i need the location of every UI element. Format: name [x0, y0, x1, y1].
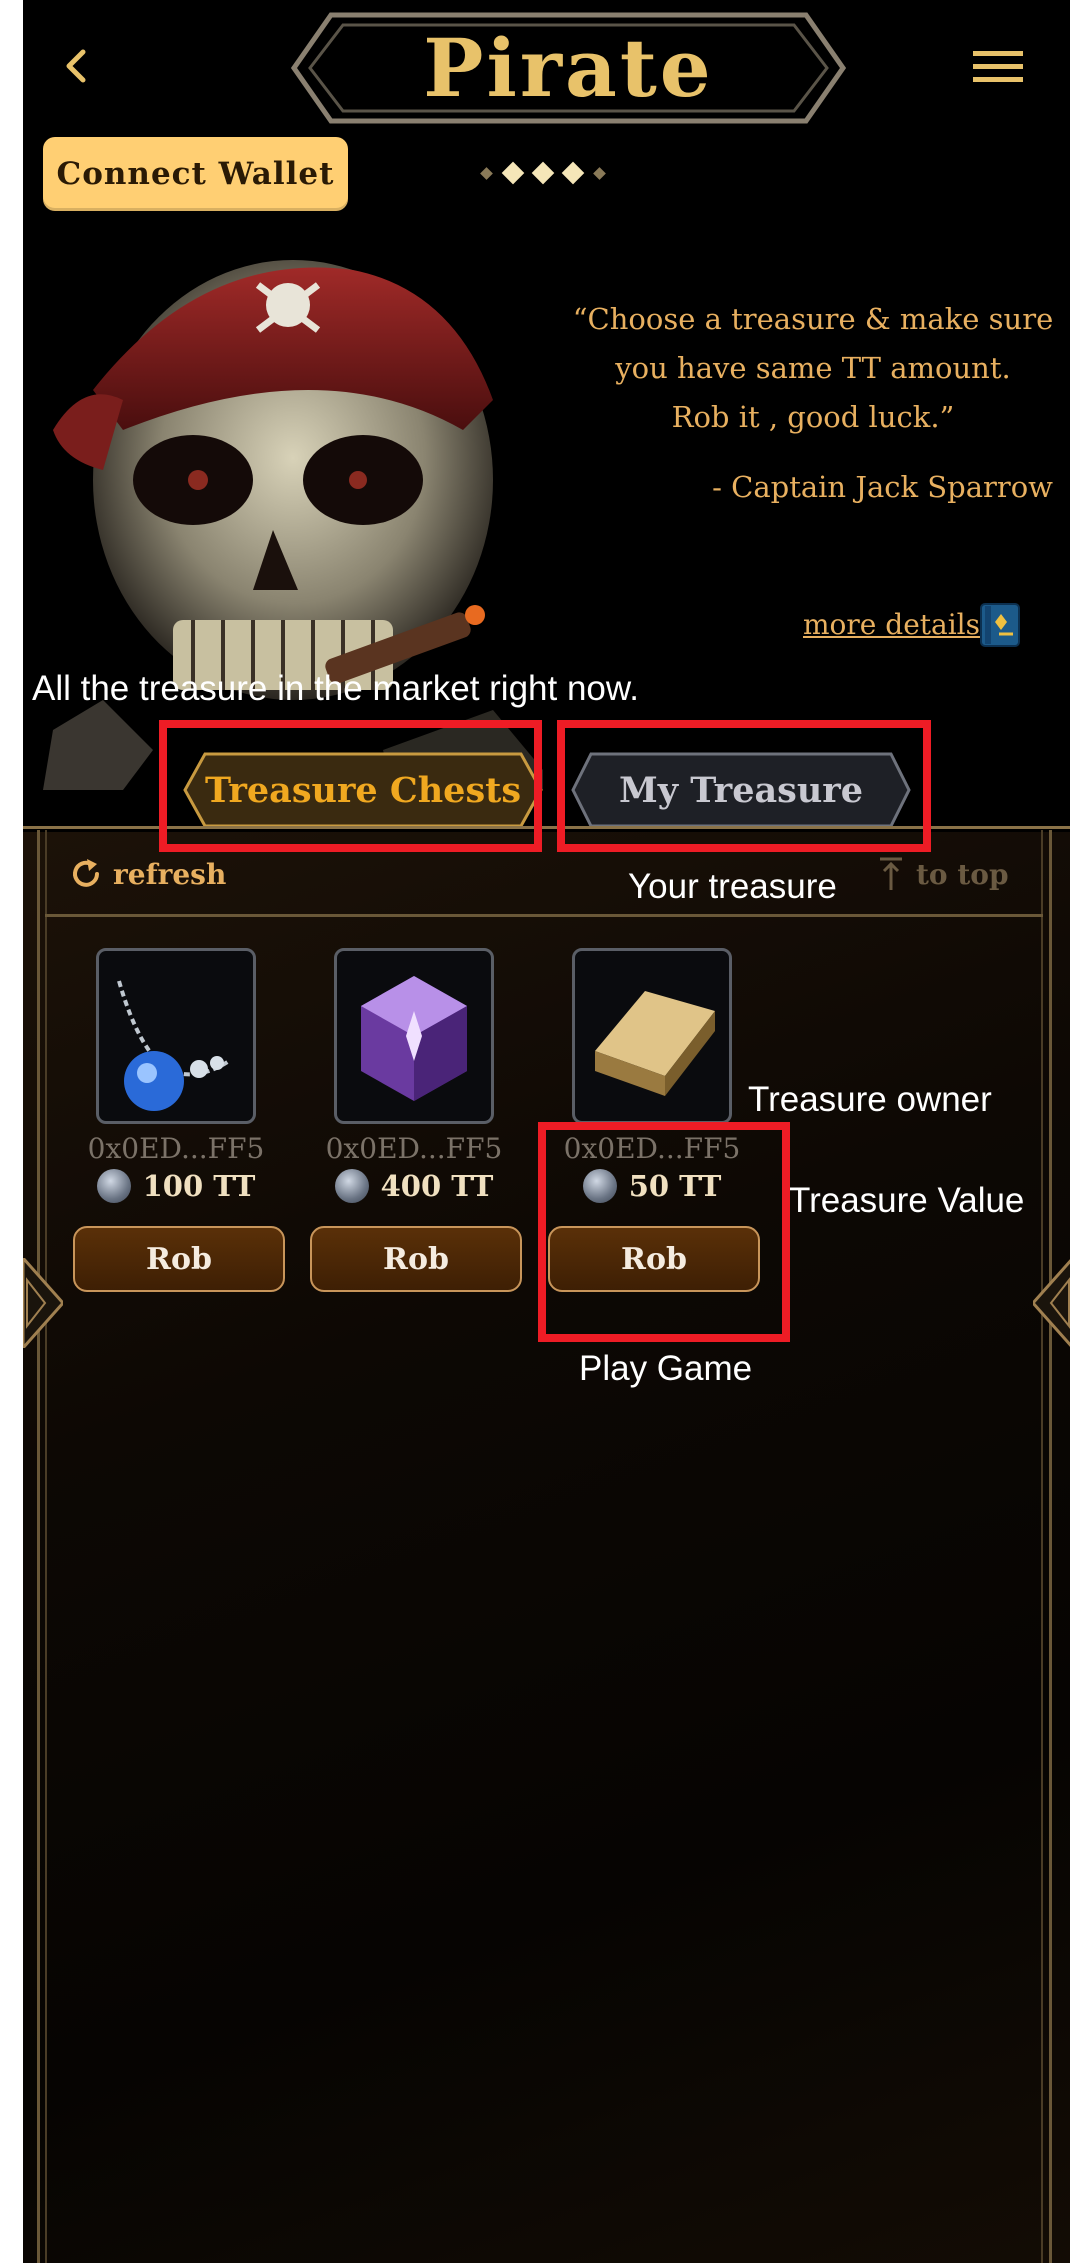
- annotation-your-treasure: Your treasure: [628, 867, 837, 906]
- annotation-value: Treasure Value: [789, 1181, 1025, 1220]
- annotation-play-game: Play Game: [579, 1349, 753, 1388]
- to-top-button[interactable]: to top: [876, 852, 1009, 896]
- treasure-owner: 0x0ED...FF5: [87, 1132, 265, 1165]
- more-details-link[interactable]: more details: [803, 608, 980, 641]
- carousel-dot: [561, 161, 585, 185]
- treasure-value-text: 100 TT: [142, 1169, 256, 1203]
- quote-line: you have same TT amount.: [615, 351, 1011, 385]
- rob-button[interactable]: Rob: [73, 1226, 285, 1292]
- annotation-market: All the treasure in the market right now…: [32, 669, 639, 708]
- page-title: Pirate: [423, 21, 714, 115]
- carousel-dot: [501, 161, 525, 185]
- refresh-button[interactable]: refresh: [69, 852, 226, 896]
- scroll-right-arrow-icon[interactable]: [1033, 1258, 1070, 1348]
- blue-gem-necklace-icon: [117, 980, 231, 1111]
- treasure-image[interactable]: [572, 948, 732, 1124]
- annotation-owner: Treasure owner: [748, 1080, 992, 1119]
- to-top-label: to top: [916, 857, 1009, 891]
- treasure-image[interactable]: [96, 948, 256, 1124]
- coin-icon: [334, 1169, 369, 1203]
- menu-button[interactable]: [963, 40, 1033, 94]
- treasure-value-text: 400 TT: [380, 1169, 494, 1203]
- treasure-value: 400 TT: [314, 1169, 514, 1203]
- panel-border: [1049, 830, 1052, 2263]
- carousel-dot: [531, 161, 555, 185]
- annotation-box-my-treasure: [557, 720, 931, 852]
- hamburger-menu-icon: [973, 51, 1023, 82]
- rob-button[interactable]: Rob: [310, 1226, 522, 1292]
- page-title-banner: Pirate: [291, 12, 846, 124]
- connect-wallet-button[interactable]: Connect Wallet: [43, 137, 348, 211]
- treasure-owner: 0x0ED...FF5: [325, 1132, 503, 1165]
- chevron-left-icon: [66, 49, 86, 83]
- carousel-indicator: [443, 158, 643, 188]
- annotation-box-treasure-chests: [159, 720, 542, 852]
- treasure-card: 0x0ED...FF5 400 TT: [314, 948, 514, 1203]
- treasure-image[interactable]: [334, 948, 494, 1124]
- panel-border: [37, 830, 40, 2263]
- quote-author: - Captain Jack Sparrow: [712, 470, 1053, 504]
- quote-line: Rob it , good luck.”: [671, 400, 955, 434]
- toolbar-divider: [45, 914, 1043, 917]
- refresh-icon: [73, 859, 99, 887]
- gold-bar-icon: [595, 991, 715, 1096]
- treasure-value: 100 TT: [76, 1169, 276, 1203]
- carousel-dot: [480, 166, 493, 180]
- coin-icon: [96, 1169, 131, 1203]
- back-button[interactable]: [51, 36, 101, 96]
- annotation-box-play-game: [538, 1122, 790, 1342]
- panel-border: [45, 830, 47, 2263]
- treasure-card: 0x0ED...FF5 100 TT: [76, 948, 276, 1203]
- book-icon[interactable]: [979, 600, 1023, 648]
- arrow-up-icon: [880, 857, 902, 890]
- pirate-quote: “Choose a treasure & make sure you have …: [563, 295, 1063, 442]
- carousel-dot: [593, 166, 606, 180]
- purple-crystal-cube-icon: [361, 976, 467, 1101]
- panel-border: [1041, 830, 1043, 2263]
- refresh-label: refresh: [113, 857, 227, 891]
- quote-line: “Choose a treasure & make sure: [572, 302, 1054, 336]
- scroll-left-arrow-icon[interactable]: [23, 1258, 63, 1348]
